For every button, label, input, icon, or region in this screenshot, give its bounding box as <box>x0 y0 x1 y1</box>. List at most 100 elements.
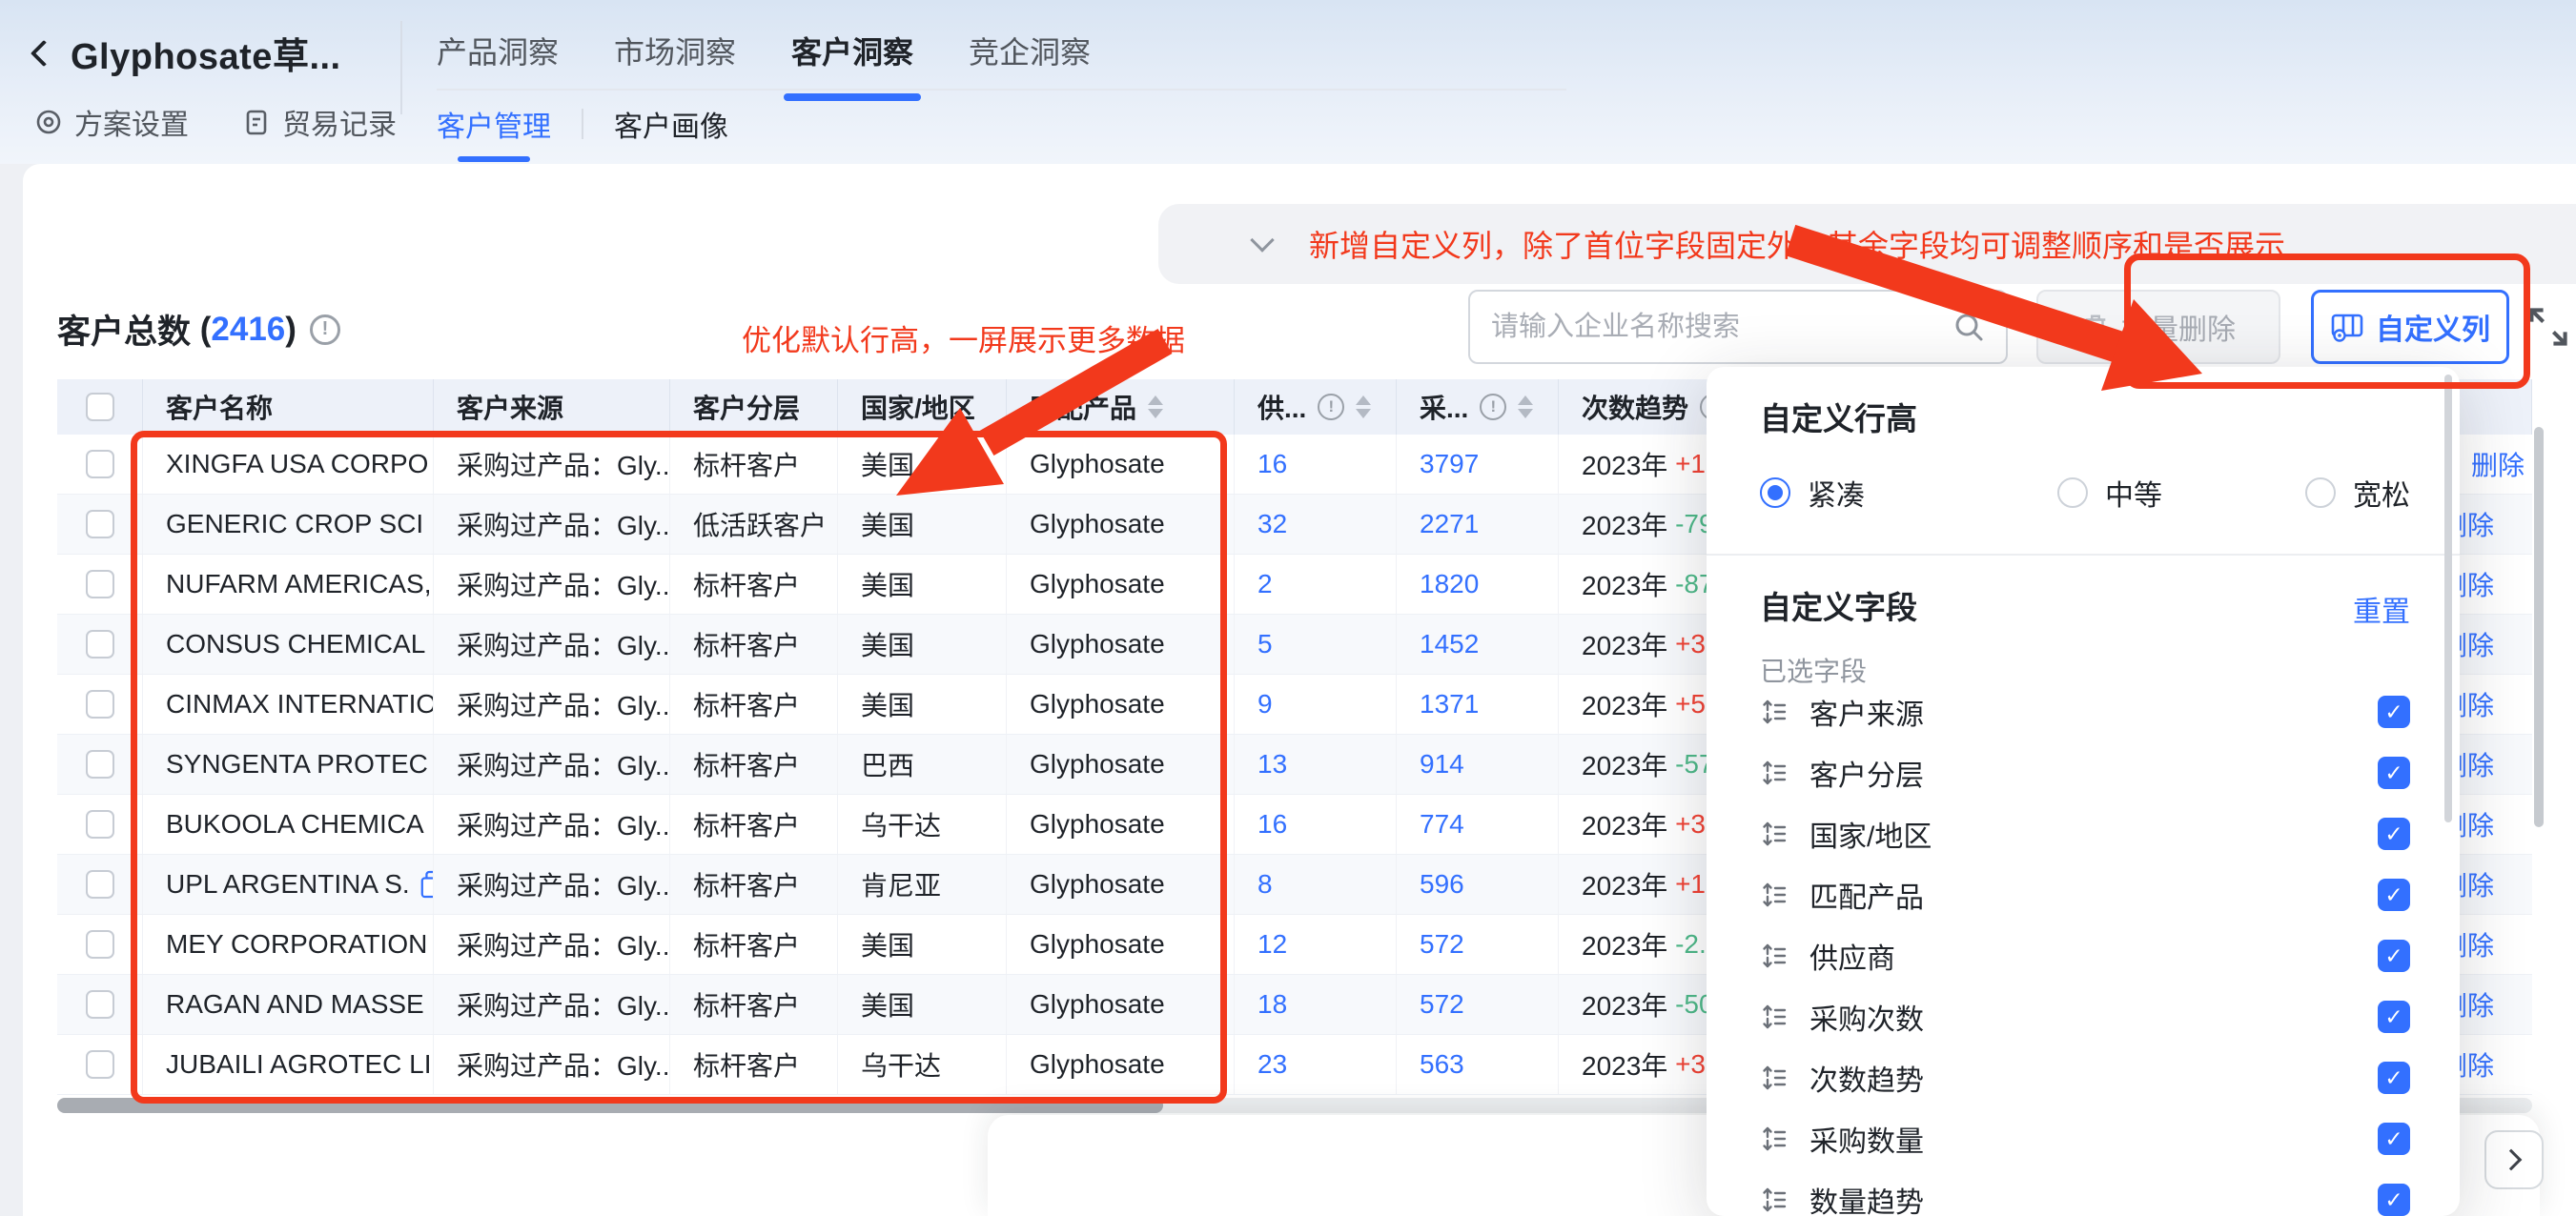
drag-handle-icon[interactable] <box>1760 1064 1789 1092</box>
row-checkbox[interactable] <box>86 990 114 1019</box>
sort-icon[interactable] <box>1518 395 1533 418</box>
delete-link[interactable]: 删除 <box>2471 445 2525 483</box>
count-link[interactable]: 1452 <box>1420 629 1479 659</box>
drag-handle-icon[interactable] <box>1760 698 1789 726</box>
subtab-客户管理[interactable]: 客户管理 <box>437 103 551 145</box>
row-action-cell: 删除 <box>2458 855 2532 915</box>
select-all-checkbox[interactable] <box>86 393 114 421</box>
column-header-采...[interactable]: 采...! <box>1397 379 1559 435</box>
row-checkbox[interactable] <box>86 930 114 959</box>
column-header-供...[interactable]: 供...! <box>1235 379 1397 435</box>
field-checkbox[interactable] <box>2378 757 2410 789</box>
row-checkbox[interactable] <box>86 690 114 719</box>
fullscreen-expand-icon[interactable] <box>2526 305 2570 349</box>
drag-handle-icon[interactable] <box>1760 820 1789 848</box>
row-height-option-中等[interactable]: 中等 <box>2057 472 2162 514</box>
field-row-国家/地区: 国家/地区 <box>1707 803 2460 864</box>
trade-records-button[interactable]: 贸易记录 <box>242 101 397 143</box>
search-icon[interactable] <box>1952 311 1985 343</box>
field-checkbox[interactable] <box>2378 818 2410 850</box>
row-checkbox[interactable] <box>86 570 114 598</box>
field-checkbox[interactable] <box>2378 879 2410 911</box>
count-link[interactable]: 9 <box>1257 689 1273 719</box>
count-link[interactable]: 12 <box>1257 929 1287 960</box>
count-link[interactable]: 572 <box>1420 929 1464 960</box>
trade-records-label: 贸易记录 <box>282 101 397 143</box>
count-link[interactable]: 5 <box>1257 629 1273 659</box>
cell-text: 巴西 <box>861 745 914 783</box>
count-link[interactable]: 572 <box>1420 989 1464 1020</box>
field-checkbox[interactable] <box>2378 1123 2410 1155</box>
row-checkbox[interactable] <box>86 1050 114 1079</box>
row-checkbox-cell <box>57 495 143 554</box>
table-row: GENERIC CROP SCI采购过产品：Gly...低活跃客户美国Glyph… <box>57 495 1960 555</box>
count-link[interactable]: 8 <box>1257 869 1273 900</box>
count-link[interactable]: 16 <box>1257 449 1287 479</box>
row-checkbox[interactable] <box>86 510 114 538</box>
field-checkbox[interactable] <box>2378 940 2410 972</box>
drag-handle-icon[interactable] <box>1760 1125 1789 1153</box>
row-checkbox[interactable] <box>86 450 114 478</box>
batch-delete-button[interactable]: 批量删除 <box>2036 290 2280 364</box>
field-checkbox[interactable] <box>2378 696 2410 728</box>
tab-市场洞察[interactable]: 市场洞察 <box>614 29 736 80</box>
count-link[interactable]: 16 <box>1257 809 1287 840</box>
column-header-匹配产品[interactable]: 匹配产品 <box>1007 379 1235 435</box>
count-link[interactable]: 13 <box>1257 749 1287 780</box>
table-vertical-scrollbar[interactable] <box>2532 419 2545 1096</box>
drag-handle-icon[interactable] <box>1760 1003 1789 1031</box>
row-checkbox[interactable] <box>86 810 114 839</box>
scheme-settings-button[interactable]: 方案设置 <box>34 101 189 143</box>
count-link[interactable]: 1820 <box>1420 569 1479 599</box>
purchase-count-cell: 2271 <box>1397 495 1559 554</box>
tab-产品洞察[interactable]: 产品洞察 <box>437 29 559 80</box>
row-checkbox[interactable] <box>86 870 114 899</box>
count-link[interactable]: 3797 <box>1420 449 1479 479</box>
horizontal-scroll-thumb[interactable] <box>57 1098 1163 1113</box>
table-row: RAGAN AND MASSE采购过产品：Gly...标杆客户美国Glyphos… <box>57 975 1960 1035</box>
reset-link[interactable]: 重置 <box>2353 588 2410 630</box>
info-icon[interactable]: ! <box>1480 394 1506 420</box>
row-checkbox[interactable] <box>86 630 114 659</box>
count-link[interactable]: 774 <box>1420 809 1464 840</box>
count-link[interactable]: 18 <box>1257 989 1287 1020</box>
supplier-count-cell: 23 <box>1235 1035 1397 1094</box>
scheme-settings-label: 方案设置 <box>74 101 189 143</box>
drag-handle-icon[interactable] <box>1760 1186 1789 1214</box>
sort-icon[interactable] <box>1148 395 1163 418</box>
sort-icon[interactable] <box>1356 395 1371 418</box>
count-link[interactable]: 32 <box>1257 509 1287 539</box>
count-link[interactable]: 23 <box>1257 1049 1287 1080</box>
subtab-客户画像[interactable]: 客户画像 <box>614 103 728 145</box>
tab-竞企洞察[interactable]: 竞企洞察 <box>969 29 1091 80</box>
row-height-option-宽松[interactable]: 宽松 <box>2305 472 2410 514</box>
cell-text: 标杆客户 <box>693 565 800 603</box>
count-link[interactable]: 2271 <box>1420 509 1479 539</box>
field-checkbox[interactable] <box>2378 1184 2410 1216</box>
custom-column-annotation: 新增自定义列，除了首位字段固定外，其余字段均可调整顺序和是否展示 <box>1309 222 2285 266</box>
tab-客户洞察[interactable]: 客户洞察 <box>791 29 913 80</box>
info-icon[interactable]: ! <box>310 314 340 345</box>
count-link[interactable]: 563 <box>1420 1049 1464 1080</box>
back-button[interactable]: Glyphosate草... <box>34 27 341 79</box>
count-link[interactable]: 596 <box>1420 869 1464 900</box>
count-link[interactable]: 914 <box>1420 749 1464 780</box>
row-height-option-紧凑[interactable]: 紧凑 <box>1760 472 1865 514</box>
copy-icon[interactable] <box>419 870 434 899</box>
field-checkbox[interactable] <box>2378 1062 2410 1094</box>
count-link[interactable]: 1371 <box>1420 689 1479 719</box>
field-checkbox[interactable] <box>2378 1001 2410 1033</box>
count-link[interactable]: 2 <box>1257 569 1273 599</box>
search-input[interactable] <box>1491 312 1952 343</box>
drag-handle-icon[interactable] <box>1760 881 1789 909</box>
drag-handle-icon[interactable] <box>1760 942 1789 970</box>
info-icon[interactable]: ! <box>1318 394 1344 420</box>
custom-columns-button[interactable]: 自定义列 <box>2311 290 2509 364</box>
chevron-down-icon[interactable] <box>1250 228 1274 252</box>
row-checkbox[interactable] <box>86 750 114 779</box>
drag-handle-icon[interactable] <box>1760 759 1789 787</box>
panel-scroll-thumb[interactable] <box>2444 375 2452 822</box>
vertical-scroll-thumb[interactable] <box>2534 427 2544 827</box>
next-page-button[interactable] <box>2484 1130 2544 1189</box>
top-header: Glyphosate草... 方案设置 贸易记录 产品洞察 市场洞察 客户洞察 竞企洞… <box>0 0 2576 164</box>
